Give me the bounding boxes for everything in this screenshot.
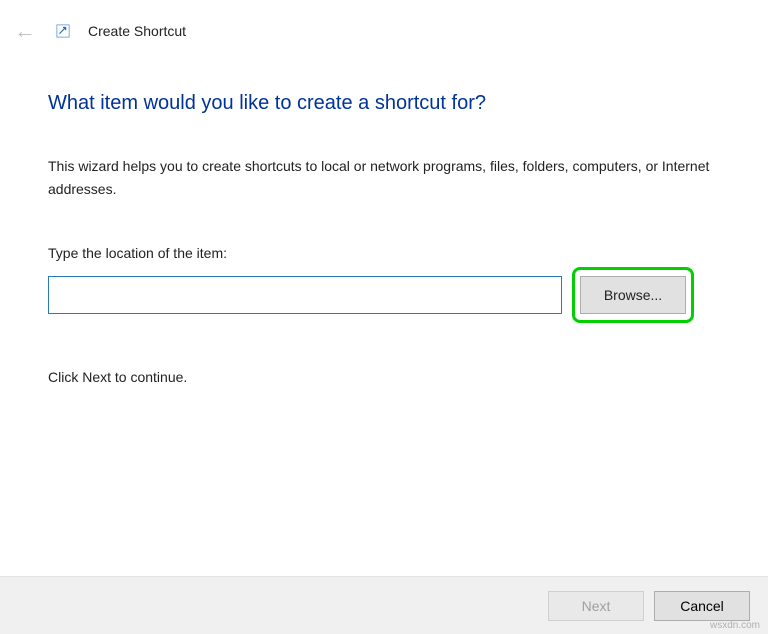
shortcut-icon bbox=[56, 24, 70, 38]
location-row: Browse... bbox=[48, 267, 720, 323]
wizard-description: This wizard helps you to create shortcut… bbox=[48, 155, 720, 201]
dialog-header: ← Create Shortcut bbox=[0, 0, 768, 44]
location-input[interactable] bbox=[48, 276, 562, 314]
location-label: Type the location of the item: bbox=[48, 245, 720, 261]
page-heading: What item would you like to create a sho… bbox=[48, 92, 720, 115]
window-title: Create Shortcut bbox=[88, 23, 186, 39]
back-arrow-icon: ← bbox=[12, 18, 38, 44]
browse-highlight: Browse... bbox=[572, 267, 694, 323]
dialog-footer: Next Cancel bbox=[0, 576, 768, 634]
dialog-content: What item would you like to create a sho… bbox=[0, 44, 768, 385]
watermark-text: wsxdn.com bbox=[710, 620, 760, 631]
browse-button[interactable]: Browse... bbox=[580, 276, 686, 314]
continue-instruction: Click Next to continue. bbox=[48, 369, 720, 385]
next-button: Next bbox=[548, 591, 644, 621]
cancel-button[interactable]: Cancel bbox=[654, 591, 750, 621]
